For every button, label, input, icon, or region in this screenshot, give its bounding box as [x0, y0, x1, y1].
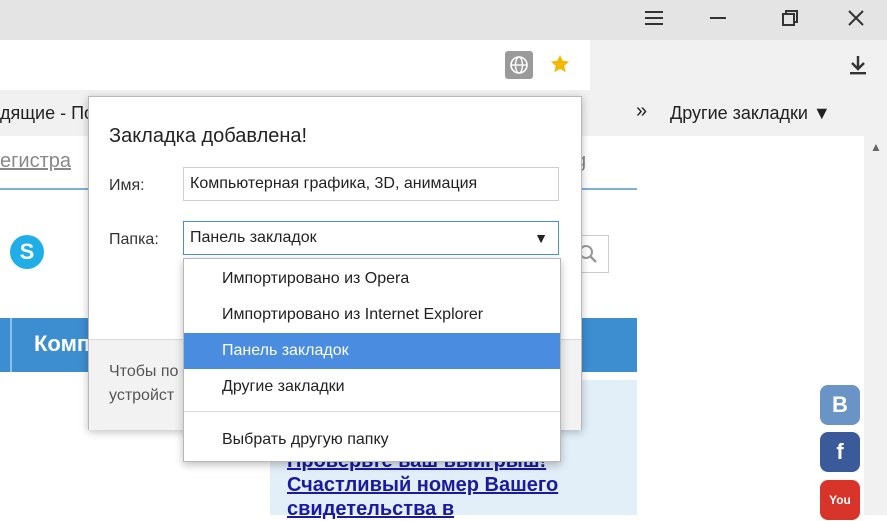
promo-link-line2[interactable]: Счастливый номер Вашего	[287, 474, 558, 497]
restore-icon[interactable]	[768, 0, 812, 36]
close-icon[interactable]	[834, 0, 878, 36]
skype-icon[interactable]: S	[10, 235, 44, 269]
globe-icon[interactable]	[505, 51, 533, 79]
more-bookmarks-chevron[interactable]: »	[636, 100, 647, 123]
youtube-icon[interactable]: You	[820, 480, 860, 520]
choose-other-folder-option[interactable]: Выбрать другую папку	[184, 422, 560, 458]
dropdown-divider	[184, 411, 560, 412]
folder-dropdown-list: Импортировано из Opera Импортировано из …	[183, 258, 561, 462]
address-bar	[0, 40, 887, 90]
folder-select-value: Панель закладок	[190, 229, 317, 246]
folder-option[interactable]: Импортировано из Internet Explorer	[184, 297, 560, 333]
title-bar	[0, 0, 887, 40]
nav-separator	[10, 318, 12, 372]
scroll-up-arrow-icon[interactable]: ▲	[870, 140, 882, 154]
download-icon[interactable]	[843, 50, 873, 80]
star-icon[interactable]	[546, 50, 574, 78]
folder-option[interactable]: Импортировано из Opera	[184, 261, 560, 297]
popup-title: Закладка добавлена!	[109, 125, 308, 147]
folder-label: Папка:	[109, 231, 159, 248]
popup-footer-text-line1: Чтобы по	[109, 363, 179, 380]
address-field[interactable]	[0, 40, 590, 90]
facebook-icon[interactable]: f	[820, 432, 860, 472]
promo-link-line3[interactable]: свидетельства в	[287, 498, 454, 521]
folder-option-selected[interactable]: Панель закладок	[184, 333, 560, 369]
bookmark-name-input[interactable]: Компьютерная графика, 3D, анимация	[183, 167, 559, 201]
popup-footer-text-line2: устройст	[109, 387, 175, 404]
name-label: Имя:	[109, 177, 145, 194]
chevron-down-icon: ▼	[534, 230, 548, 246]
minimize-icon[interactable]	[696, 0, 740, 36]
page-link[interactable]: егистра	[0, 150, 71, 173]
vk-icon[interactable]: В	[820, 385, 860, 425]
folder-option[interactable]: Другие закладки	[184, 369, 560, 405]
page-scrollbar[interactable]	[864, 136, 887, 515]
folder-select[interactable]: Панель закладок ▼	[183, 221, 559, 255]
hamburger-menu-icon[interactable]	[632, 0, 676, 36]
other-bookmarks-button[interactable]: Другие закладки ▼	[670, 103, 831, 124]
bookmark-item[interactable]: дящие - По	[0, 103, 94, 124]
site-nav-item[interactable]: Комп	[34, 331, 90, 357]
